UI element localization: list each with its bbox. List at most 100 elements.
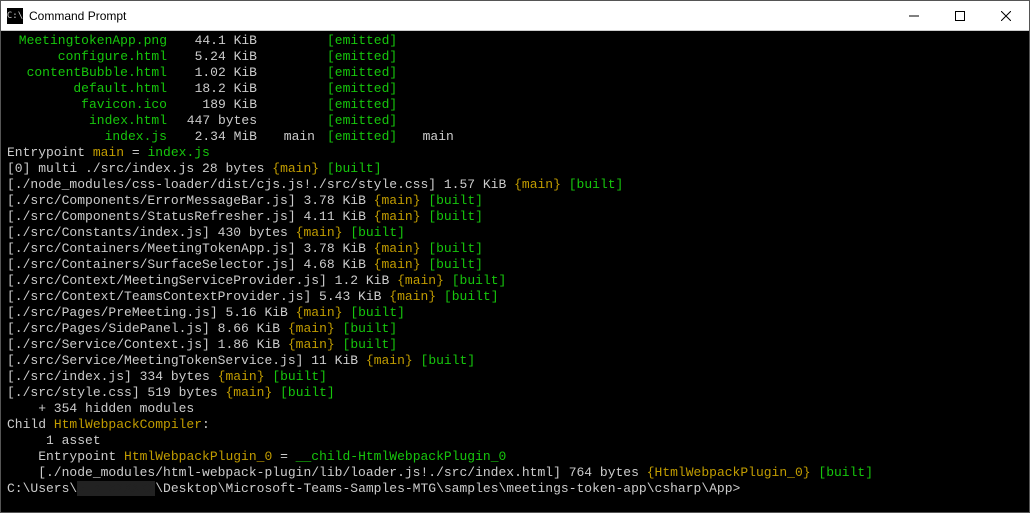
module-built: [built] [428, 209, 483, 224]
module-path: [./src/index.js] [7, 369, 132, 384]
asset-chunks: main [257, 129, 317, 145]
module-chunk: main [233, 385, 264, 400]
minimize-button[interactable] [891, 1, 937, 31]
module-built: [built] [428, 257, 483, 272]
asset-size: 5.24 KiB [167, 49, 257, 65]
asset-chunk-names: main [407, 129, 454, 144]
module-row: [./node_modules/css-loader/dist/cjs.js!.… [7, 177, 1023, 193]
module-built: [built] [428, 241, 483, 256]
module-path: [./src/Context/TeamsContextProvider.js] [7, 289, 311, 304]
module-row: [./src/Components/StatusRefresher.js] 4.… [7, 209, 1023, 225]
asset-emitted: [emitted] [317, 49, 407, 65]
child-entrypoint-line: Entrypoint HtmlWebpackPlugin_0 = __child… [7, 449, 1023, 465]
module-size: 28 bytes [194, 161, 272, 176]
child-module-size: 764 bytes [561, 465, 647, 480]
module-chunk: main [296, 321, 327, 336]
asset-emitted: [emitted] [317, 65, 407, 81]
child-entry-name: HtmlWebpackPlugin_0 [124, 449, 272, 464]
entrypoint-label: Entrypoint [7, 145, 93, 160]
module-row: [./src/Containers/MeetingTokenApp.js] 3.… [7, 241, 1023, 257]
child-entry-file: __child-HtmlWebpackPlugin_0 [296, 449, 507, 464]
module-built: [built] [452, 273, 507, 288]
module-built: [built] [272, 369, 327, 384]
maximize-button[interactable] [937, 1, 983, 31]
module-built: [built] [421, 353, 476, 368]
module-chunk: main [397, 289, 428, 304]
module-built: [built] [350, 305, 405, 320]
window-controls [891, 1, 1029, 31]
module-built: [built] [350, 225, 405, 240]
terminal-output[interactable]: MeetingtokenApp.png44.1 KiB[emitted]conf… [1, 31, 1029, 512]
module-row: [./src/Containers/SurfaceSelector.js] 4.… [7, 257, 1023, 273]
module-row: [./src/Pages/SidePanel.js] 8.66 KiB {mai… [7, 321, 1023, 337]
asset-row: favicon.ico189 KiB[emitted] [7, 97, 1023, 113]
window-titlebar: C:\ Command Prompt [1, 1, 1029, 31]
module-chunk: main [303, 225, 334, 240]
module-path: [./src/Pages/SidePanel.js] [7, 321, 210, 336]
hidden-modules-line: + 354 hidden modules [7, 401, 1023, 417]
module-path: [./node_modules/css-loader/dist/cjs.js!.… [7, 177, 436, 192]
module-size: 334 bytes [132, 369, 218, 384]
module-path: [./src/Components/StatusRefresher.js] [7, 209, 296, 224]
prompt-redacted: v-srXXXXXX [77, 481, 155, 496]
module-path: [./src/Containers/MeetingTokenApp.js] [7, 241, 296, 256]
asset-size: 2.34 MiB [167, 129, 257, 145]
module-row: [./src/Constants/index.js] 430 bytes {ma… [7, 225, 1023, 241]
module-row: [./src/Service/Context.js] 1.86 KiB {mai… [7, 337, 1023, 353]
module-path: [./src/Service/MeetingTokenService.js] [7, 353, 303, 368]
child-module-built: [built] [818, 465, 873, 480]
asset-emitted: [emitted] [317, 129, 407, 145]
asset-size: 1.02 KiB [167, 65, 257, 81]
module-chunk: main [381, 257, 412, 272]
asset-row: index.js2.34 MiBmain[emitted] main [7, 129, 1023, 145]
module-size: 5.43 KiB [311, 289, 389, 304]
module-built: [built] [444, 289, 499, 304]
module-row: [./src/Context/TeamsContextProvider.js] … [7, 289, 1023, 305]
module-size: 1.2 KiB [327, 273, 397, 288]
module-size: 11 KiB [303, 353, 365, 368]
asset-size: 189 KiB [167, 97, 257, 113]
asset-emitted: [emitted] [317, 113, 407, 129]
asset-row: contentBubble.html1.02 KiB [emitted] [7, 65, 1023, 81]
module-row: [./src/Context/MeetingServiceProvider.js… [7, 273, 1023, 289]
asset-row: index.html447 bytes [emitted] [7, 113, 1023, 129]
prompt-line: C:\Users\v-srXXXXXX\Desktop\Microsoft-Te… [7, 481, 1023, 497]
asset-emitted: [emitted] [317, 97, 407, 113]
module-row: [./src/index.js] 334 bytes {main} [built… [7, 369, 1023, 385]
module-path: [./src/Pages/PreMeeting.js] [7, 305, 218, 320]
module-chunk: main [381, 241, 412, 256]
asset-name: contentBubble.html [7, 65, 167, 81]
close-button[interactable] [983, 1, 1029, 31]
child-module-row: [./node_modules/html-webpack-plugin/lib/… [7, 465, 1023, 481]
asset-size: 447 bytes [167, 113, 257, 129]
module-path: [./src/style.css] [7, 385, 140, 400]
module-size: 5.16 KiB [218, 305, 296, 320]
child-asset-line: 1 asset [7, 433, 1023, 449]
module-size: 4.11 KiB [296, 209, 374, 224]
module-built: [built] [280, 385, 335, 400]
module-chunk: main [381, 209, 412, 224]
module-size: 3.78 KiB [296, 193, 374, 208]
module-row: [./src/style.css] 519 bytes {main} [buil… [7, 385, 1023, 401]
asset-name: configure.html [7, 49, 167, 65]
module-built: [built] [428, 193, 483, 208]
module-size: 430 bytes [210, 225, 296, 240]
module-size: 3.78 KiB [296, 241, 374, 256]
module-size: 4.68 KiB [296, 257, 374, 272]
asset-emitted: [emitted] [317, 81, 407, 97]
module-built: [built] [343, 337, 398, 352]
entrypoint-line: Entrypoint main = index.js [7, 145, 1023, 161]
asset-name: index.html [7, 113, 167, 129]
module-path: [./src/Service/Context.js] [7, 337, 210, 352]
hidden-modules: + 354 hidden modules [7, 401, 194, 416]
asset-row: configure.html5.24 KiB [emitted] [7, 49, 1023, 65]
module-path: [./src/Context/MeetingServiceProvider.js… [7, 273, 327, 288]
entrypoint-name: main [93, 145, 124, 160]
module-built: [built] [327, 161, 382, 176]
module-chunk: main [405, 273, 436, 288]
module-size: 1.57 KiB [436, 177, 514, 192]
module-row: [./src/Service/MeetingTokenService.js] 1… [7, 353, 1023, 369]
module-row: [./src/Pages/PreMeeting.js] 5.16 KiB {ma… [7, 305, 1023, 321]
window-title: Command Prompt [29, 9, 891, 23]
child-name: HtmlWebpackCompiler [54, 417, 202, 432]
